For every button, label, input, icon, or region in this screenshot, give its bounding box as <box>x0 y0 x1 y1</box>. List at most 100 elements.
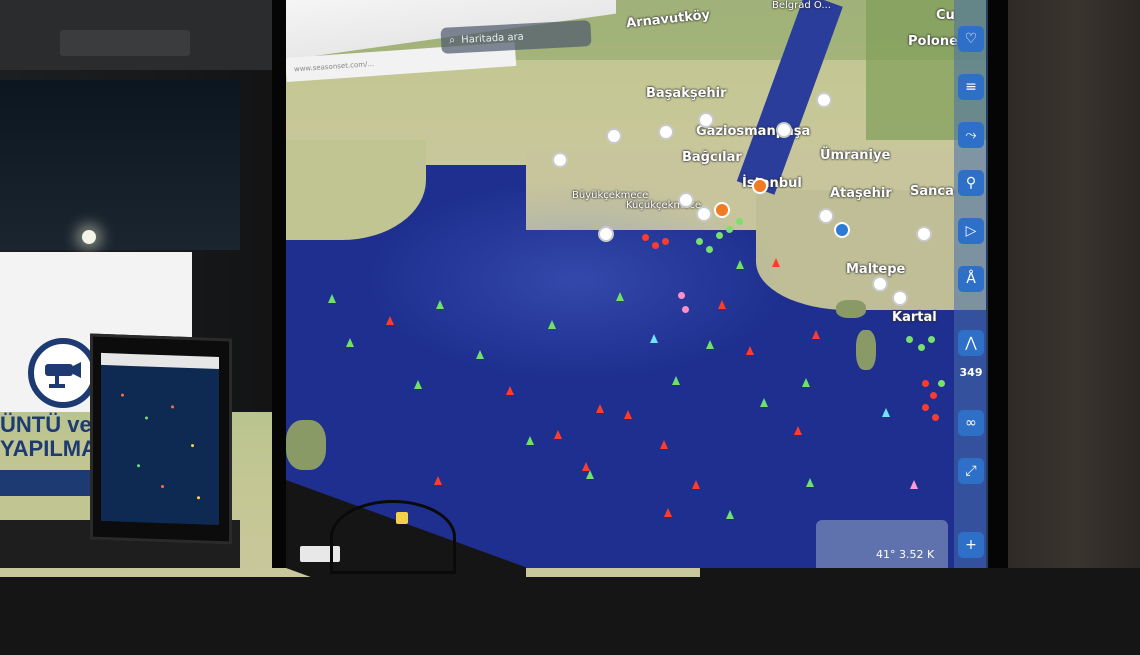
laptop-ship-marker <box>121 393 124 397</box>
place-label: Başakşehir <box>646 86 727 101</box>
anchored-vessel[interactable] <box>726 226 733 233</box>
ceiling-vent <box>60 30 190 56</box>
port-marker[interactable] <box>752 178 768 194</box>
laptop-ship-marker <box>197 496 200 500</box>
map-view[interactable]: www.seasonset.com/... ⌕ Haritada ara Bel… <box>286 0 986 568</box>
anchored-vessel[interactable] <box>922 404 929 411</box>
port-marker[interactable] <box>552 152 568 168</box>
vessel-marker[interactable] <box>664 508 672 517</box>
place-label: Bağcılar <box>682 150 742 165</box>
play-button[interactable]: ▷ <box>958 218 984 244</box>
port-marker[interactable] <box>606 128 622 144</box>
plus-icon: + <box>965 537 977 553</box>
vessel-marker[interactable] <box>414 380 422 389</box>
vessel-marker[interactable] <box>506 386 514 395</box>
vessel-marker[interactable] <box>718 300 726 309</box>
vessel-marker[interactable] <box>586 470 594 479</box>
port-marker[interactable] <box>678 192 694 208</box>
anchored-vessel[interactable] <box>918 344 925 351</box>
vessel-marker[interactable] <box>526 436 534 445</box>
expand-icon: ⤢ <box>965 463 977 479</box>
anchored-vessel[interactable] <box>678 292 685 299</box>
navigate-button[interactable]: ⋀ <box>958 330 984 356</box>
port-marker[interactable] <box>698 112 714 128</box>
search-icon: ⌕ <box>448 33 456 47</box>
place-label: Belgrad O... <box>772 0 831 11</box>
anchored-vessel[interactable] <box>932 414 939 421</box>
vessel-marker[interactable] <box>624 410 632 419</box>
port-marker[interactable] <box>916 226 932 242</box>
vessel-marker[interactable] <box>328 294 336 303</box>
vessel-marker[interactable] <box>736 260 744 269</box>
vessel-marker[interactable] <box>910 480 918 489</box>
ceiling <box>0 0 300 70</box>
place-label: Cu <box>936 8 955 23</box>
vessel-marker[interactable] <box>554 430 562 439</box>
vessel-marker[interactable] <box>806 478 814 487</box>
port-marker[interactable] <box>818 208 834 224</box>
port-marker[interactable] <box>816 92 832 108</box>
place-label: Ataşehir <box>830 186 892 201</box>
vessel-marker[interactable] <box>706 340 714 349</box>
vessel-marker[interactable] <box>882 408 890 417</box>
vessel-marker[interactable] <box>650 334 658 343</box>
port-marker[interactable] <box>714 202 730 218</box>
port-marker[interactable] <box>658 124 674 140</box>
anchored-vessel[interactable] <box>922 380 929 387</box>
fullscreen-button[interactable]: ⤢ <box>958 458 984 484</box>
port-marker[interactable] <box>872 276 888 292</box>
vessel-marker[interactable] <box>434 476 442 485</box>
zoom-in-button[interactable]: + <box>958 532 984 558</box>
coordinate-value: 41° 3.52 K <box>876 548 935 561</box>
anchored-vessel[interactable] <box>652 242 659 249</box>
favorites-button[interactable]: ♡ <box>958 26 984 52</box>
route-button[interactable]: ⤳ <box>958 122 984 148</box>
vessel-marker[interactable] <box>346 338 354 347</box>
place-label: Ümraniye <box>820 148 891 163</box>
anchored-vessel[interactable] <box>938 380 945 387</box>
street-light <box>82 230 96 244</box>
vessel-marker[interactable] <box>596 404 604 413</box>
port-marker[interactable] <box>776 122 792 138</box>
place-label: İstanbul <box>742 176 802 191</box>
vessel-marker[interactable] <box>386 316 394 325</box>
measure-button[interactable]: ⚲ <box>958 170 984 196</box>
port-marker[interactable] <box>696 206 712 222</box>
anchored-vessel[interactable] <box>930 392 937 399</box>
vessel-marker[interactable] <box>802 378 810 387</box>
vessel-marker[interactable] <box>476 350 484 359</box>
vessel-marker[interactable] <box>616 292 624 301</box>
laptop-ship-marker <box>137 464 140 468</box>
place-label: Sanca <box>910 184 954 199</box>
anchored-vessel[interactable] <box>736 218 743 225</box>
vessel-marker[interactable] <box>726 510 734 519</box>
laptop-ship-marker <box>161 485 164 489</box>
vessel-marker[interactable] <box>692 480 700 489</box>
vessel-marker[interactable] <box>772 258 780 267</box>
island <box>856 330 876 370</box>
port-marker[interactable] <box>598 226 614 242</box>
vessel-marker[interactable] <box>794 426 802 435</box>
vessel-marker[interactable] <box>436 300 444 309</box>
anchored-vessel[interactable] <box>696 238 703 245</box>
coordinate-readout: 41° 3.52 K <box>816 520 948 568</box>
vessel-marker[interactable] <box>672 376 680 385</box>
user-button[interactable]: Å <box>958 266 984 292</box>
vessel-marker[interactable] <box>548 320 556 329</box>
port-marker[interactable] <box>834 222 850 238</box>
port-marker[interactable] <box>892 290 908 306</box>
vessel-marker[interactable] <box>812 330 820 339</box>
anchored-vessel[interactable] <box>662 238 669 245</box>
anchored-vessel[interactable] <box>642 234 649 241</box>
anchored-vessel[interactable] <box>716 232 723 239</box>
vessel-marker[interactable] <box>660 440 668 449</box>
vessel-marker[interactable] <box>582 462 590 471</box>
vessel-marker[interactable] <box>746 346 754 355</box>
layers-button[interactable]: ≡ <box>958 74 984 100</box>
anchored-vessel[interactable] <box>906 336 913 343</box>
anchored-vessel[interactable] <box>928 336 935 343</box>
anchored-vessel[interactable] <box>706 246 713 253</box>
anchored-vessel[interactable] <box>682 306 689 313</box>
vessel-marker[interactable] <box>760 398 768 407</box>
infinity-button[interactable]: ∞ <box>958 410 984 436</box>
